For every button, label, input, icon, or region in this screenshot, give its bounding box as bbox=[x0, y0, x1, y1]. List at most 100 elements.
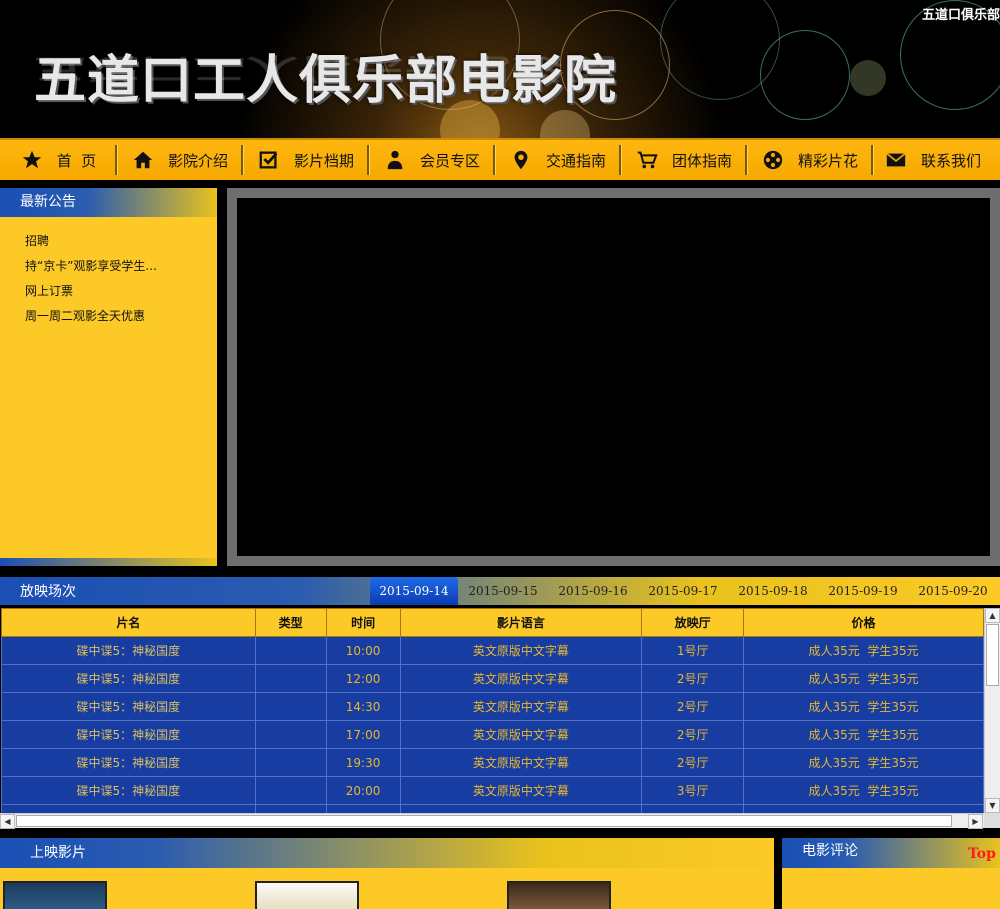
cell-type bbox=[254, 664, 327, 693]
cell-type bbox=[254, 776, 327, 805]
table-row[interactable]: 碟中谍5：神秘国度 10:00 英文原版中文字幕 1号厅 成人35元 学生35元 bbox=[1, 636, 984, 665]
table-row[interactable]: 碟中谍5：神秘国度 19:30 英文原版中文字幕 2号厅 成人35元 学生35元 bbox=[1, 748, 984, 777]
cell-price: 成人35元 学生35元 bbox=[743, 664, 984, 693]
back-to-top-link[interactable]: Top bbox=[968, 846, 996, 862]
cell-price: 成人35元 学生35元 bbox=[743, 776, 984, 805]
nav-group[interactable]: 团体指南 bbox=[621, 139, 745, 181]
cell-type bbox=[254, 804, 327, 813]
user-icon bbox=[382, 147, 408, 173]
date-tab-2015-09-18[interactable]: 2015-09-18 bbox=[728, 577, 818, 605]
date-tab-2015-09-15[interactable]: 2015-09-15 bbox=[458, 577, 548, 605]
column-header-time: 时间 bbox=[325, 608, 401, 637]
nav-contact[interactable]: 联系我们 bbox=[873, 139, 991, 181]
nav-label: 交通指南 bbox=[545, 151, 606, 170]
table-header-row: 片名 类型 时间 影片语言 放映厅 价格 bbox=[1, 608, 984, 637]
movie-poster[interactable] bbox=[3, 881, 107, 909]
cell-price bbox=[743, 804, 984, 813]
movie-poster[interactable] bbox=[255, 881, 359, 909]
date-tabs: 2015-09-14 2015-09-15 2015-09-16 2015-09… bbox=[370, 577, 998, 605]
cell-hall: 1号厅 bbox=[641, 636, 745, 665]
cell-title: 碟中谍5：神秘国度 bbox=[1, 636, 256, 665]
nav-home[interactable]: 首 页 bbox=[0, 139, 115, 181]
table-row[interactable]: 碟中谍5：神秘国度 17:00 英文原版中文字幕 2号厅 成人35元 学生35元 bbox=[1, 720, 984, 749]
cell-title: 碟中谍5：神秘国度 bbox=[1, 664, 256, 693]
cell-language bbox=[399, 804, 643, 813]
bokeh-circle bbox=[760, 30, 850, 120]
nav-members[interactable]: 会员专区 bbox=[369, 139, 493, 181]
date-tab-2015-09-19[interactable]: 2015-09-19 bbox=[818, 577, 908, 605]
now-showing-panel: 上映影片 bbox=[0, 838, 774, 909]
cell-time bbox=[325, 804, 401, 813]
cell-hall: 2号厅 bbox=[641, 692, 745, 721]
cell-time: 14:30 bbox=[325, 692, 401, 721]
scrollbar-corner bbox=[984, 813, 1000, 828]
date-tab-2015-09-17[interactable]: 2015-09-17 bbox=[638, 577, 728, 605]
horizontal-scrollbar[interactable]: ◀ ▶ bbox=[0, 813, 984, 829]
envelope-icon bbox=[883, 147, 909, 173]
cell-language: 英文原版中文字幕 bbox=[399, 748, 643, 777]
scroll-up-arrow-icon[interactable]: ▲ bbox=[985, 608, 1000, 623]
column-header-type: 类型 bbox=[254, 608, 327, 637]
video-frame bbox=[227, 188, 1000, 566]
cell-type bbox=[254, 748, 327, 777]
cell-price: 成人35元 学生35元 bbox=[743, 692, 984, 721]
cell-price: 成人35元 学生35元 bbox=[743, 748, 984, 777]
date-tab-2015-09-16[interactable]: 2015-09-16 bbox=[548, 577, 638, 605]
cell-type bbox=[254, 636, 327, 665]
column-header-price: 价格 bbox=[743, 608, 984, 637]
nav-cinema-intro[interactable]: 影院介绍 bbox=[117, 139, 241, 181]
cell-title: 碟中谍5：神秘国度 bbox=[1, 720, 256, 749]
video-player[interactable] bbox=[237, 198, 990, 556]
star-icon bbox=[19, 147, 45, 173]
date-tab-2015-09-14[interactable]: 2015-09-14 bbox=[370, 577, 458, 605]
checkbox-icon bbox=[256, 147, 282, 173]
notice-item[interactable]: 招聘 bbox=[25, 229, 217, 254]
nav-traffic[interactable]: 交通指南 bbox=[495, 139, 619, 181]
cell-language: 英文原版中文字幕 bbox=[399, 692, 643, 721]
showtimes-panel: 放映场次 2015-09-14 2015-09-15 2015-09-16 20… bbox=[0, 577, 1000, 829]
date-tab-2015-09-20[interactable]: 2015-09-20 bbox=[908, 577, 998, 605]
nav-label: 团体指南 bbox=[671, 151, 732, 170]
nav-label: 会员专区 bbox=[419, 151, 480, 170]
cell-price: 成人35元 学生35元 bbox=[743, 720, 984, 749]
scrollbar-thumb[interactable] bbox=[16, 815, 952, 827]
notice-item[interactable]: 持“京卡”观影享受学生... bbox=[25, 254, 217, 279]
cell-language: 英文原版中文字幕 bbox=[399, 664, 643, 693]
cell-time: 12:00 bbox=[325, 664, 401, 693]
cell-type bbox=[254, 692, 327, 721]
column-header-hall: 放映厅 bbox=[641, 608, 745, 637]
now-showing-title: 上映影片 bbox=[0, 838, 774, 868]
nav-trailers[interactable]: 精彩片花 bbox=[747, 139, 871, 181]
nav-label: 影片档期 bbox=[293, 151, 354, 170]
column-header-title: 片名 bbox=[1, 608, 256, 637]
table-row[interactable]: 碟中谍5：神秘国度 20:00 英文原版中文字幕 3号厅 成人35元 学生35元 bbox=[1, 776, 984, 805]
cell-language: 英文原版中文字幕 bbox=[399, 636, 643, 665]
notice-item[interactable]: 周一周二观影全天优惠 bbox=[25, 304, 217, 329]
column-header-language: 影片语言 bbox=[399, 608, 643, 637]
nav-schedule[interactable]: 影片档期 bbox=[243, 139, 367, 181]
nav-label: 影院介绍 bbox=[167, 151, 228, 170]
cell-hall: 2号厅 bbox=[641, 720, 745, 749]
scroll-down-arrow-icon[interactable]: ▼ bbox=[985, 798, 1000, 813]
cell-title: 碟中谍5：神秘国度 bbox=[1, 748, 256, 777]
cell-title: 碟中谍5：神秘国度 bbox=[1, 776, 256, 805]
scroll-right-arrow-icon[interactable]: ▶ bbox=[968, 814, 983, 829]
notice-list: 招聘 持“京卡”观影享受学生... 网上订票 周一周二观影全天优惠 bbox=[0, 217, 217, 329]
notice-item[interactable]: 网上订票 bbox=[25, 279, 217, 304]
notice-panel: 最新公告 招聘 持“京卡”观影享受学生... 网上订票 周一周二观影全天优惠 bbox=[0, 188, 217, 566]
site-title-reflection: 五道口工人俱乐部电影院 bbox=[34, 51, 618, 85]
cell-language: 英文原版中文字幕 bbox=[399, 720, 643, 749]
cell-time: 10:00 bbox=[325, 636, 401, 665]
showtimes-table: 片名 类型 时间 影片语言 放映厅 价格 碟中谍5：神秘国度 10:00 英文原… bbox=[1, 608, 984, 813]
scrollbar-thumb[interactable] bbox=[986, 624, 999, 686]
table-row[interactable]: 碟中谍5：神秘国度 12:00 英文原版中文字幕 2号厅 成人35元 学生35元 bbox=[1, 664, 984, 693]
vertical-scrollbar[interactable]: ▲ ▼ bbox=[984, 608, 1000, 813]
cell-time: 17:00 bbox=[325, 720, 401, 749]
nav-label: 精彩片花 bbox=[797, 151, 858, 170]
movie-poster[interactable] bbox=[507, 881, 611, 909]
notice-footer-bar bbox=[0, 558, 217, 566]
cell-hall: 2号厅 bbox=[641, 748, 745, 777]
table-row[interactable] bbox=[1, 804, 984, 813]
scroll-left-arrow-icon[interactable]: ◀ bbox=[0, 814, 15, 829]
table-row[interactable]: 碟中谍5：神秘国度 14:30 英文原版中文字幕 2号厅 成人35元 学生35元 bbox=[1, 692, 984, 721]
